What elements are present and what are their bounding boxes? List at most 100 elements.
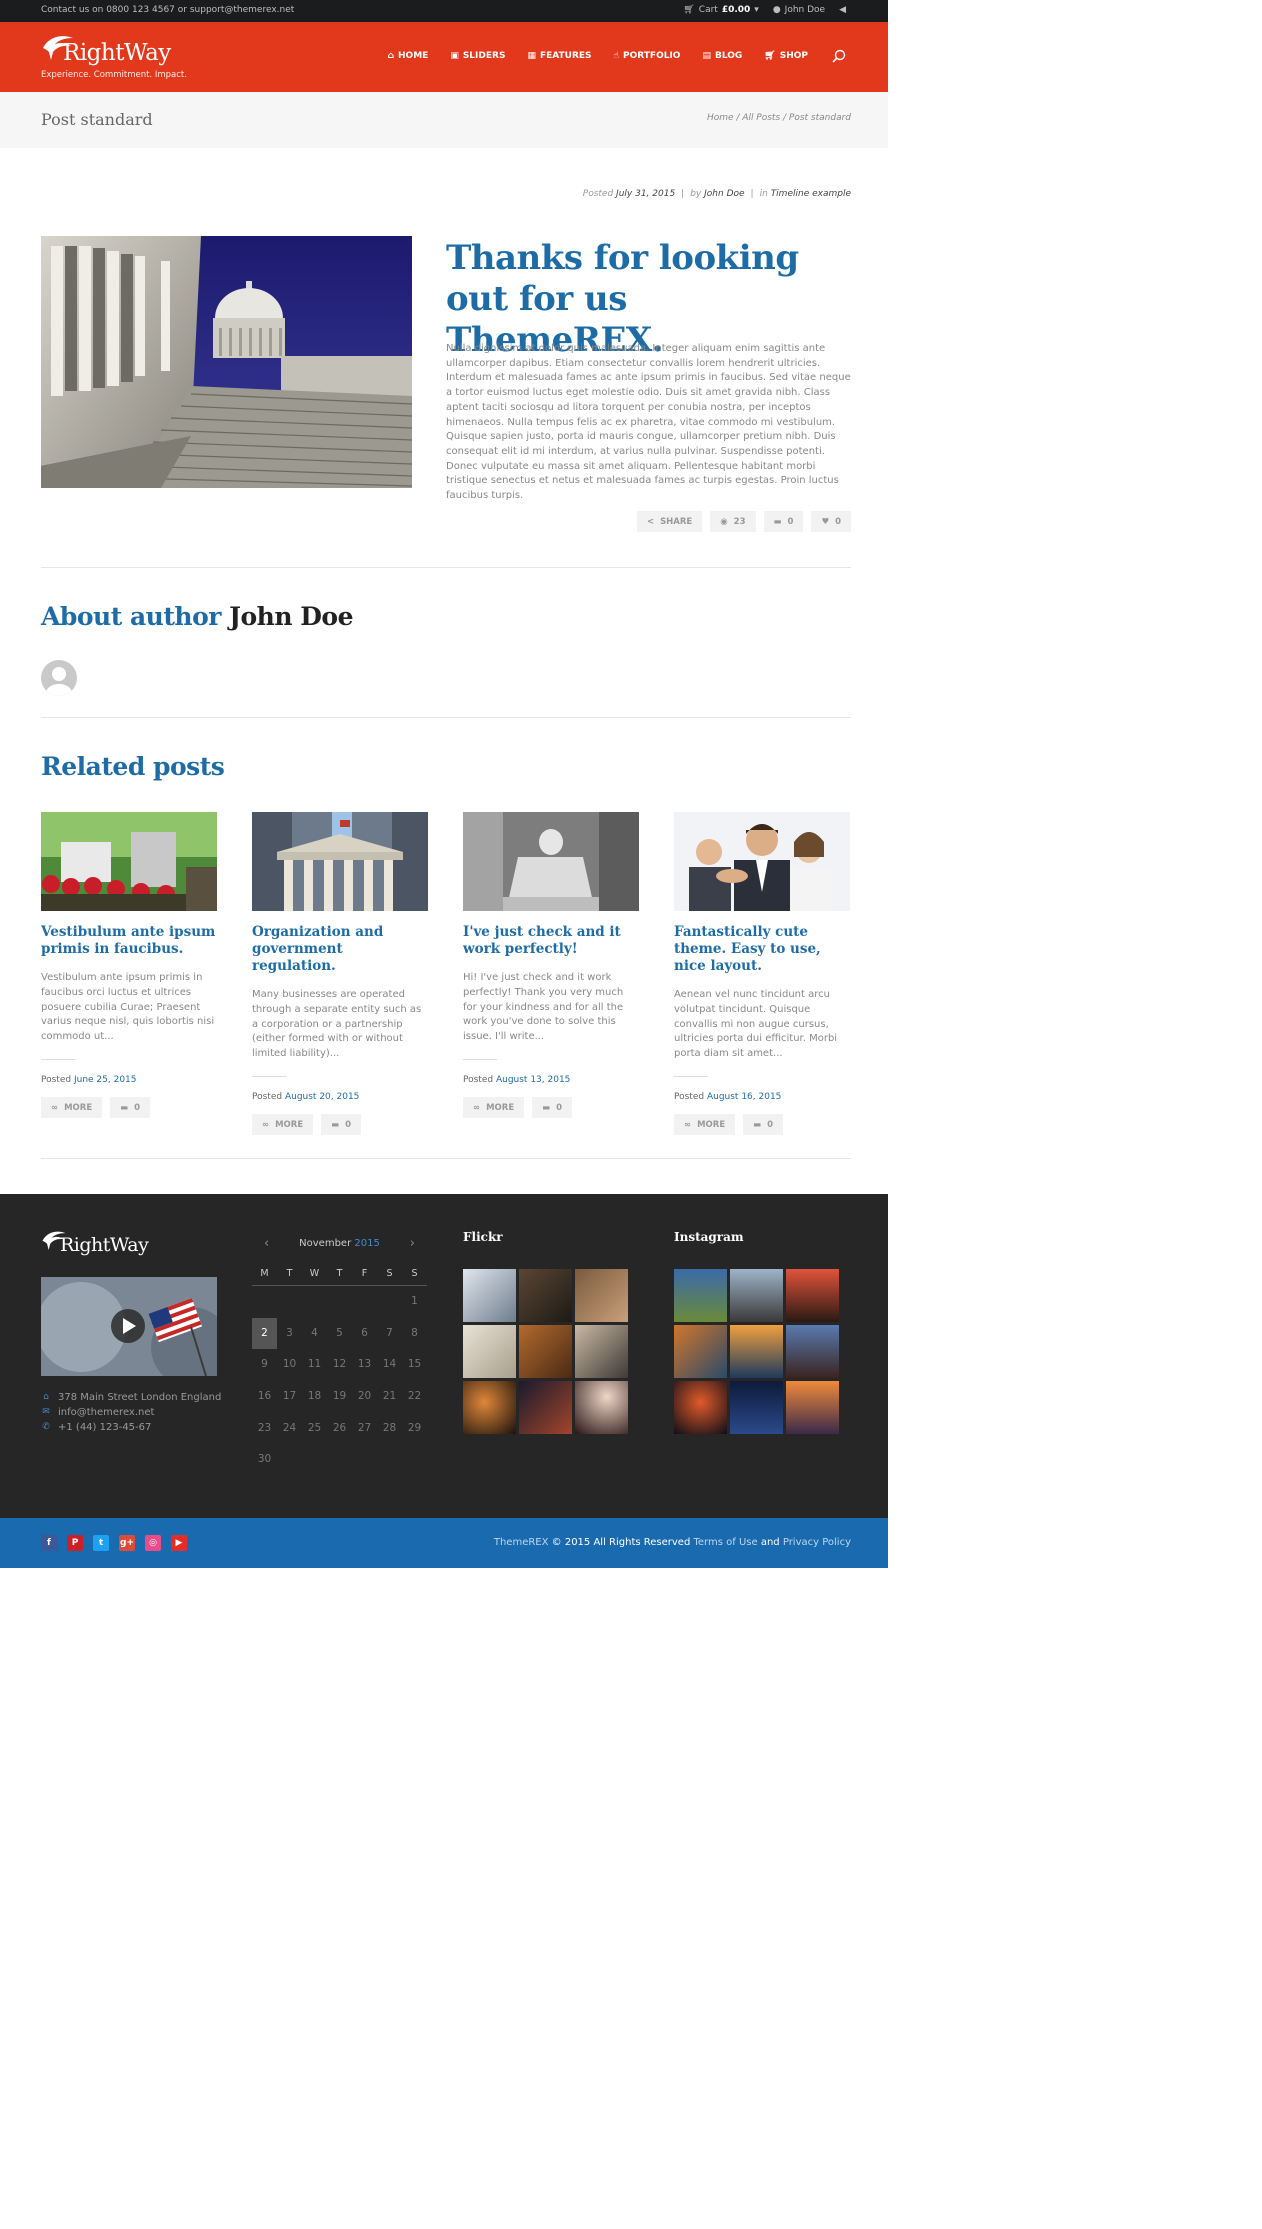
calendar-day[interactable]: 24 [277, 1413, 302, 1445]
post-category[interactable]: Timeline example [771, 189, 851, 199]
twitter-icon[interactable]: t [93, 1535, 109, 1551]
flickr-photo[interactable] [463, 1381, 516, 1434]
post-author[interactable]: John Doe [704, 189, 744, 199]
related-post-title[interactable]: I've just check and it work perfectly! [463, 924, 639, 958]
share-button[interactable]: < SHARE [636, 511, 703, 532]
calendar-next-button[interactable]: › [410, 1230, 415, 1258]
calendar-day[interactable]: 2 [252, 1317, 277, 1350]
youtube-icon[interactable]: ▶ [171, 1535, 187, 1551]
comments-button[interactable]: ▬ 0 [110, 1097, 151, 1118]
calendar-day[interactable]: 26 [327, 1413, 352, 1445]
footer-email[interactable]: info@themerex.net [58, 1405, 154, 1420]
calendar-day[interactable]: 17 [277, 1381, 302, 1413]
dribbble-icon[interactable]: ◎ [145, 1535, 161, 1551]
calendar-day[interactable]: 11 [302, 1349, 327, 1381]
terms-link[interactable]: Terms of Use [694, 1537, 758, 1548]
post-date[interactable]: July 31, 2015 [616, 189, 675, 199]
calendar-day[interactable]: 1 [402, 1286, 427, 1318]
more-button[interactable]: ∞ MORE [252, 1114, 314, 1135]
contact-info: Contact us on 0800 123 4567 or support@t… [41, 5, 295, 15]
breadcrumb-home[interactable]: Home [707, 113, 734, 123]
instagram-photo[interactable] [730, 1381, 783, 1434]
like-button[interactable]: ♥ 0 [811, 511, 851, 532]
nav-blog[interactable]: ▤ BLOG [702, 51, 742, 61]
related-post-thumbnail[interactable] [674, 812, 850, 911]
instagram-photo[interactable] [786, 1325, 839, 1378]
flickr-photo[interactable] [575, 1381, 628, 1434]
flickr-photo[interactable] [519, 1381, 572, 1434]
more-button[interactable]: ∞ MORE [463, 1097, 525, 1118]
calendar-day[interactable]: 30 [252, 1444, 277, 1476]
comments-button[interactable]: ▬ 0 [321, 1114, 362, 1135]
chevron-down-icon: ▾ [754, 5, 759, 15]
brand-link[interactable]: ThemeREX [494, 1537, 549, 1548]
site-logo[interactable]: RightWay Experience. Commitment. Impact. [41, 34, 201, 84]
calendar-day[interactable]: 12 [327, 1349, 352, 1381]
pinterest-icon[interactable]: P [67, 1535, 83, 1551]
calendar-day[interactable]: 20 [352, 1381, 377, 1413]
comments-button[interactable]: ▬ 0 [763, 511, 804, 532]
related-post-thumbnail[interactable] [463, 812, 639, 911]
flickr-photo[interactable] [519, 1325, 572, 1378]
calendar-day[interactable]: 3 [277, 1318, 302, 1350]
calendar-day[interactable]: 8 [402, 1318, 427, 1350]
calendar-day[interactable]: 22 [402, 1381, 427, 1413]
calendar-day[interactable]: 6 [352, 1318, 377, 1350]
calendar-day[interactable]: 28 [377, 1413, 402, 1445]
instagram-photo[interactable] [786, 1269, 839, 1322]
more-button[interactable]: ∞ MORE [674, 1114, 736, 1135]
nav-portfolio[interactable]: ☝︎ PORTFOLIO [614, 51, 681, 61]
calendar-day[interactable]: 25 [302, 1413, 327, 1445]
calendar-day[interactable]: 13 [352, 1349, 377, 1381]
user-link[interactable]: ● John Doe [773, 5, 825, 15]
calendar-day[interactable]: 7 [377, 1318, 402, 1350]
instagram-photo[interactable] [674, 1381, 727, 1434]
comments-button[interactable]: ▬ 0 [532, 1097, 573, 1118]
page-title-bar: Post standard Home / All Posts / Post st… [0, 92, 888, 148]
instagram-photo[interactable] [674, 1325, 727, 1378]
calendar-day[interactable]: 29 [402, 1413, 427, 1445]
related-post-title[interactable]: Fantastically cute theme. Easy to use, n… [674, 924, 850, 975]
instagram-photo[interactable] [730, 1269, 783, 1322]
footer-video[interactable] [41, 1277, 217, 1376]
flickr-photo[interactable] [575, 1269, 628, 1322]
flickr-photo[interactable] [463, 1325, 516, 1378]
calendar-day[interactable]: 18 [302, 1381, 327, 1413]
nav-sliders[interactable]: ▣ SLIDERS [450, 51, 505, 61]
related-post-thumbnail[interactable] [41, 812, 217, 911]
instagram-photo[interactable] [674, 1269, 727, 1322]
privacy-link[interactable]: Privacy Policy [783, 1537, 851, 1548]
related-post-title[interactable]: Organization and government regulation. [252, 924, 428, 975]
cart-link[interactable]: 🛒︎ Cart £0.00 ▾ [683, 5, 758, 15]
instagram-photo[interactable] [786, 1381, 839, 1434]
calendar-day[interactable]: 9 [252, 1349, 277, 1381]
flickr-photo[interactable] [575, 1325, 628, 1378]
nav-features[interactable]: ▦ FEATURES [527, 51, 591, 61]
more-button[interactable]: ∞ MORE [41, 1097, 103, 1118]
calendar-day[interactable]: 21 [377, 1381, 402, 1413]
flickr-photo[interactable] [519, 1269, 572, 1322]
search-icon[interactable] [832, 49, 846, 63]
calendar-day[interactable]: 23 [252, 1413, 277, 1445]
flickr-photo[interactable] [463, 1269, 516, 1322]
calendar-day[interactable]: 19 [327, 1381, 352, 1413]
nav-shop[interactable]: 🛒︎ SHOP [764, 51, 808, 61]
calendar-day[interactable]: 15 [402, 1349, 427, 1381]
breadcrumb-all-posts[interactable]: All Posts [742, 113, 780, 123]
sound-icon[interactable]: ◀︎ [839, 5, 846, 15]
calendar-day[interactable]: 4 [302, 1318, 327, 1350]
instagram-photo[interactable] [730, 1325, 783, 1378]
facebook-icon[interactable]: f [41, 1535, 57, 1551]
calendar-day[interactable]: 27 [352, 1413, 377, 1445]
nav-home[interactable]: ⌂ HOME [388, 51, 429, 61]
related-post-title[interactable]: Vestibulum ante ipsum primis in faucibus… [41, 924, 217, 958]
calendar-day[interactable]: 5 [327, 1318, 352, 1350]
comments-button[interactable]: ▬ 0 [743, 1114, 784, 1135]
footer-logo[interactable]: RightWay [41, 1230, 161, 1260]
related-post-thumbnail[interactable] [252, 812, 428, 911]
google-plus-icon[interactable]: g+ [119, 1535, 135, 1551]
calendar-day[interactable]: 14 [377, 1349, 402, 1381]
calendar-day[interactable]: 16 [252, 1381, 277, 1413]
calendar-prev-button[interactable]: ‹ [264, 1230, 269, 1258]
calendar-day[interactable]: 10 [277, 1349, 302, 1381]
